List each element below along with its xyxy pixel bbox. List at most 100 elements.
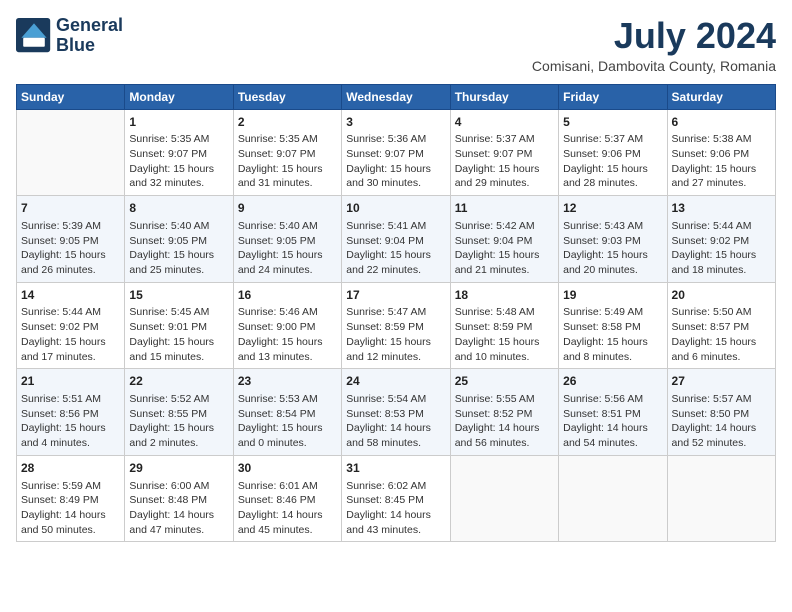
day-info: Sunrise: 5:37 AM Sunset: 9:07 PM Dayligh… [455,132,554,191]
day-number: 2 [238,114,337,131]
day-number: 13 [672,200,771,217]
calendar-header: SundayMondayTuesdayWednesdayThursdayFrid… [17,84,776,109]
calendar-cell: 6Sunrise: 5:38 AM Sunset: 9:06 PM Daylig… [667,109,775,196]
day-info: Sunrise: 5:56 AM Sunset: 8:51 PM Dayligh… [563,392,662,451]
day-number: 3 [346,114,445,131]
day-number: 27 [672,373,771,390]
month-title: July 2024 [532,16,776,56]
day-number: 26 [563,373,662,390]
page-header: General Blue July 2024 Comisani, Dambovi… [16,16,776,74]
day-info: Sunrise: 5:46 AM Sunset: 9:00 PM Dayligh… [238,305,337,364]
day-info: Sunrise: 5:49 AM Sunset: 8:58 PM Dayligh… [563,305,662,364]
day-number: 20 [672,287,771,304]
day-info: Sunrise: 5:52 AM Sunset: 8:55 PM Dayligh… [129,392,228,451]
day-info: Sunrise: 5:55 AM Sunset: 8:52 PM Dayligh… [455,392,554,451]
calendar-table: SundayMondayTuesdayWednesdayThursdayFrid… [16,84,776,543]
calendar-cell: 31 Sunrise: 6:02 AM Sunset: 8:45 PM Dayli… [342,455,450,542]
day-number: 15 [129,287,228,304]
title-block: July 2024 Comisani, Dambovita County, Ro… [532,16,776,74]
calendar-cell: 2Sunrise: 5:35 AM Sunset: 9:07 PM Daylig… [233,109,341,196]
day-info: Sunrise: 5:59 AM Sunset: 8:49 PM Dayligh… [21,479,120,538]
day-number: 11 [455,200,554,217]
calendar-cell [450,455,558,542]
weekday-header-saturday: Saturday [667,84,775,109]
calendar-cell: 5Sunrise: 5:37 AM Sunset: 9:06 PM Daylig… [559,109,667,196]
location-subtitle: Comisani, Dambovita County, Romania [532,58,776,74]
day-info: Sunrise: 5:45 AM Sunset: 9:01 PM Dayligh… [129,305,228,364]
calendar-cell: 24Sunrise: 5:54 AM Sunset: 8:53 PM Dayli… [342,369,450,456]
calendar-cell: 18Sunrise: 5:48 AM Sunset: 8:59 PM Dayli… [450,282,558,369]
calendar-cell: 28 Sunrise: 5:59 AM Sunset: 8:49 PM Dayli… [17,455,125,542]
day-number: 6 [672,114,771,131]
day-number: 8 [129,200,228,217]
day-number: 30 [238,460,337,477]
calendar-cell: 29Sunrise: 6:00 AM Sunset: 8:48 PM Dayli… [125,455,233,542]
day-number: 18 [455,287,554,304]
calendar-cell: 11Sunrise: 5:42 AM Sunset: 9:04 PM Dayli… [450,196,558,283]
day-info: Sunrise: 6:02 AM Sunset: 8:45 PM Dayligh… [346,479,445,538]
calendar-cell: 22 Sunrise: 5:52 AM Sunset: 8:55 PM Dayli… [125,369,233,456]
calendar-cell [667,455,775,542]
calendar-cell: 30Sunrise: 6:01 AM Sunset: 8:46 PM Dayli… [233,455,341,542]
calendar-cell: 25 Sunrise: 5:55 AM Sunset: 8:52 PM Dayli… [450,369,558,456]
calendar-cell: 19Sunrise: 5:49 AM Sunset: 8:58 PM Dayli… [559,282,667,369]
weekday-header-thursday: Thursday [450,84,558,109]
weekday-header-tuesday: Tuesday [233,84,341,109]
day-info: Sunrise: 5:50 AM Sunset: 8:57 PM Dayligh… [672,305,771,364]
day-number: 9 [238,200,337,217]
day-info: Sunrise: 5:44 AM Sunset: 9:02 PM Dayligh… [21,305,120,364]
day-number: 10 [346,200,445,217]
day-number: 21 [21,373,120,390]
day-info: Sunrise: 5:40 AM Sunset: 9:05 PM Dayligh… [238,219,337,278]
day-info: Sunrise: 5:35 AM Sunset: 9:07 PM Dayligh… [129,132,228,191]
logo: General Blue [16,16,123,56]
day-number: 23 [238,373,337,390]
day-number: 25 [455,373,554,390]
calendar-cell: 1Sunrise: 5:35 AM Sunset: 9:07 PM Daylig… [125,109,233,196]
calendar-cell: 20Sunrise: 5:50 AM Sunset: 8:57 PM Dayli… [667,282,775,369]
calendar-cell: 26 Sunrise: 5:56 AM Sunset: 8:51 PM Dayli… [559,369,667,456]
calendar-week-1: 1Sunrise: 5:35 AM Sunset: 9:07 PM Daylig… [17,109,776,196]
calendar-cell: 13 Sunrise: 5:44 AM Sunset: 9:02 PM Dayli… [667,196,775,283]
calendar-cell: 7Sunrise: 5:39 AM Sunset: 9:05 PM Daylig… [17,196,125,283]
day-number: 16 [238,287,337,304]
day-info: Sunrise: 5:41 AM Sunset: 9:04 PM Dayligh… [346,219,445,278]
day-info: Sunrise: 5:40 AM Sunset: 9:05 PM Dayligh… [129,219,228,278]
calendar-cell: 8 Sunrise: 5:40 AM Sunset: 9:05 PM Daylig… [125,196,233,283]
calendar-cell: 14Sunrise: 5:44 AM Sunset: 9:02 PM Dayli… [17,282,125,369]
logo-text: General Blue [56,16,123,56]
day-number: 28 [21,460,120,477]
weekday-header-monday: Monday [125,84,233,109]
calendar-cell: 15Sunrise: 5:45 AM Sunset: 9:01 PM Dayli… [125,282,233,369]
day-info: Sunrise: 6:00 AM Sunset: 8:48 PM Dayligh… [129,479,228,538]
calendar-week-4: 21 Sunrise: 5:51 AM Sunset: 8:56 PM Dayli… [17,369,776,456]
weekday-header-friday: Friday [559,84,667,109]
calendar-cell: 23 Sunrise: 5:53 AM Sunset: 8:54 PM Dayli… [233,369,341,456]
calendar-week-5: 28 Sunrise: 5:59 AM Sunset: 8:49 PM Dayli… [17,455,776,542]
day-number: 14 [21,287,120,304]
day-number: 31 [346,460,445,477]
calendar-cell: 9 Sunrise: 5:40 AM Sunset: 9:05 PM Daylig… [233,196,341,283]
day-number: 24 [346,373,445,390]
weekday-header-wednesday: Wednesday [342,84,450,109]
day-info: Sunrise: 5:57 AM Sunset: 8:50 PM Dayligh… [672,392,771,451]
calendar-week-3: 14Sunrise: 5:44 AM Sunset: 9:02 PM Dayli… [17,282,776,369]
weekday-header-row: SundayMondayTuesdayWednesdayThursdayFrid… [17,84,776,109]
calendar-cell: 12 Sunrise: 5:43 AM Sunset: 9:03 PM Dayli… [559,196,667,283]
calendar-cell: 10 Sunrise: 5:41 AM Sunset: 9:04 PM Dayli… [342,196,450,283]
day-info: Sunrise: 5:48 AM Sunset: 8:59 PM Dayligh… [455,305,554,364]
calendar-cell [17,109,125,196]
day-info: Sunrise: 5:44 AM Sunset: 9:02 PM Dayligh… [672,219,771,278]
day-info: Sunrise: 5:43 AM Sunset: 9:03 PM Dayligh… [563,219,662,278]
calendar-cell: 17Sunrise: 5:47 AM Sunset: 8:59 PM Dayli… [342,282,450,369]
calendar-cell: 21 Sunrise: 5:51 AM Sunset: 8:56 PM Dayli… [17,369,125,456]
day-number: 22 [129,373,228,390]
calendar-cell: 4Sunrise: 5:37 AM Sunset: 9:07 PM Daylig… [450,109,558,196]
day-info: Sunrise: 5:53 AM Sunset: 8:54 PM Dayligh… [238,392,337,451]
day-number: 5 [563,114,662,131]
day-number: 1 [129,114,228,131]
day-info: Sunrise: 5:51 AM Sunset: 8:56 PM Dayligh… [21,392,120,451]
day-number: 12 [563,200,662,217]
calendar-week-2: 7Sunrise: 5:39 AM Sunset: 9:05 PM Daylig… [17,196,776,283]
day-info: Sunrise: 5:36 AM Sunset: 9:07 PM Dayligh… [346,132,445,191]
